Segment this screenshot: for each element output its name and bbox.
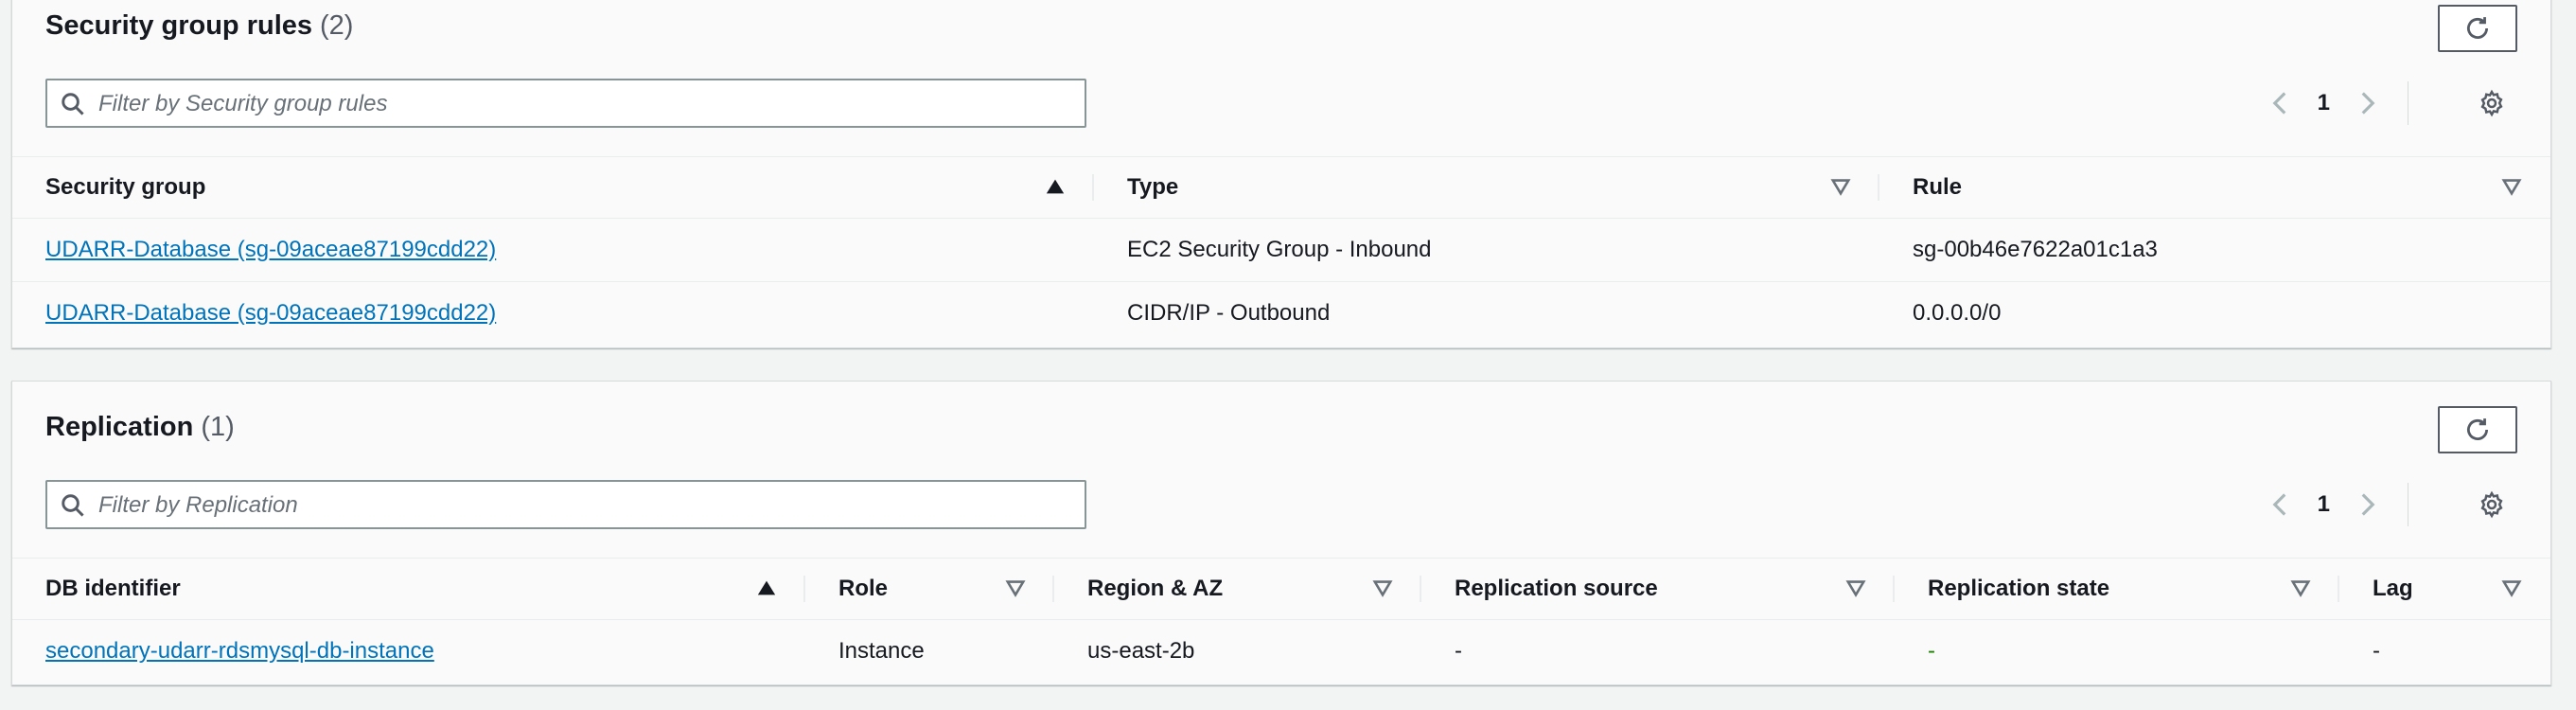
column-header-replication-state[interactable]: Replication state bbox=[1895, 558, 2339, 620]
refresh-button[interactable] bbox=[2438, 406, 2517, 453]
panel-title-text: Replication bbox=[45, 412, 194, 442]
security-rules-table: Security group Type Rule UDARR-Database … bbox=[12, 156, 2550, 345]
column-header-db-identifier[interactable]: DB identifier bbox=[12, 558, 805, 620]
column-label: Region & AZ bbox=[1087, 576, 1224, 601]
sort-descending-icon[interactable] bbox=[2501, 176, 2522, 197]
cell-replication-state: - bbox=[1928, 638, 1935, 664]
chevron-right-icon bbox=[2361, 493, 2375, 516]
column-header-region-az[interactable]: Region & AZ bbox=[1054, 558, 1421, 620]
sort-descending-icon[interactable] bbox=[1005, 577, 1026, 598]
cell-type: EC2 Security Group - Inbound bbox=[1094, 218, 1879, 282]
db-instance-link[interactable]: secondary-udarr-rdsmysql-db-instance bbox=[45, 638, 434, 664]
column-label: Security group bbox=[45, 174, 206, 200]
search-icon bbox=[62, 494, 84, 517]
chevron-right-icon bbox=[2361, 92, 2375, 115]
panel-title: Security group rules (2) bbox=[45, 10, 353, 42]
cell-security-group: UDARR-Database (sg-09aceae87199cdd22) bbox=[12, 218, 1094, 282]
gear-icon bbox=[2480, 89, 2503, 117]
table-row: UDARR-Database (sg-09aceae87199cdd22) CI… bbox=[12, 282, 2550, 346]
cell-type: CIDR/IP - Outbound bbox=[1127, 300, 1331, 326]
table-header-row: Security group Type Rule bbox=[12, 156, 2550, 219]
cell-region-az: us-east-2b bbox=[1087, 638, 1195, 664]
search-input[interactable] bbox=[97, 80, 1075, 128]
prev-page-button[interactable] bbox=[2261, 84, 2299, 122]
security-rules-filter[interactable] bbox=[45, 79, 1086, 128]
sort-descending-icon[interactable] bbox=[1372, 577, 1393, 598]
column-header-rule[interactable]: Rule bbox=[1879, 156, 2550, 219]
sort-descending-icon[interactable] bbox=[1830, 176, 1851, 197]
sort-descending-icon[interactable] bbox=[1845, 577, 1866, 598]
prev-page-button[interactable] bbox=[2261, 486, 2299, 524]
refresh-icon bbox=[2466, 418, 2489, 440]
cell-db-identifier: secondary-udarr-rdsmysql-db-instance bbox=[12, 620, 805, 683]
sort-ascending-icon[interactable] bbox=[756, 577, 777, 598]
cell-role: Instance bbox=[838, 638, 925, 664]
preferences-button[interactable] bbox=[2473, 486, 2511, 524]
cell-rule: 0.0.0.0/0 bbox=[1913, 300, 2002, 326]
refresh-icon bbox=[2466, 17, 2489, 39]
security-group-link[interactable]: UDARR-Database (sg-09aceae87199cdd22) bbox=[45, 300, 496, 326]
pagination: 1 bbox=[2261, 483, 2408, 526]
column-header-security-group[interactable]: Security group bbox=[12, 156, 1094, 219]
sort-descending-icon[interactable] bbox=[2290, 577, 2311, 598]
column-label: Rule bbox=[1913, 174, 1963, 200]
column-header-type[interactable]: Type bbox=[1094, 156, 1879, 219]
column-label: Type bbox=[1127, 174, 1179, 200]
cell-replication-source: - bbox=[1455, 638, 1462, 664]
table-row: UDARR-Database (sg-09aceae87199cdd22) EC… bbox=[12, 218, 2550, 282]
panel-title: Replication (1) bbox=[45, 412, 235, 443]
table-row: secondary-udarr-rdsmysql-db-instance Ins… bbox=[12, 620, 2550, 683]
column-label: Lag bbox=[2373, 576, 2413, 601]
column-header-lag[interactable]: Lag bbox=[2339, 558, 2550, 620]
column-label: Replication source bbox=[1455, 576, 1658, 601]
security-group-link[interactable]: UDARR-Database (sg-09aceae87199cdd22) bbox=[45, 237, 496, 262]
column-label: Replication state bbox=[1928, 576, 2110, 601]
refresh-button[interactable] bbox=[2438, 5, 2517, 52]
search-icon bbox=[62, 93, 84, 115]
gear-icon bbox=[2480, 490, 2503, 519]
sort-descending-icon[interactable] bbox=[2501, 577, 2522, 598]
cell-security-group: UDARR-Database (sg-09aceae87199cdd22) bbox=[12, 282, 1094, 346]
preferences-button[interactable] bbox=[2473, 84, 2511, 122]
security-group-rules-panel: Security group rules(2) 1 Security group bbox=[11, 0, 2551, 348]
cell-rule: sg-00b46e7622a01c1a3 bbox=[1879, 218, 2550, 282]
search-input[interactable] bbox=[97, 482, 1075, 529]
panel-count: (2) bbox=[320, 10, 354, 41]
column-label: Role bbox=[838, 576, 889, 601]
panel-title-text: Security group rules bbox=[45, 10, 313, 41]
panel-count: (1) bbox=[201, 412, 235, 442]
replication-table: DB identifier Role Region & AZ Replicati… bbox=[12, 558, 2550, 683]
next-page-button[interactable] bbox=[2349, 486, 2387, 524]
column-header-role[interactable]: Role bbox=[805, 558, 1054, 620]
column-label: DB identifier bbox=[45, 576, 181, 601]
sort-ascending-icon[interactable] bbox=[1045, 176, 1066, 197]
next-page-button[interactable] bbox=[2349, 84, 2387, 122]
pagination: 1 bbox=[2261, 81, 2408, 125]
chevron-left-icon bbox=[2272, 493, 2286, 516]
replication-filter[interactable] bbox=[45, 480, 1086, 529]
replication-panel: Replication(1) 1 DB identifier bbox=[11, 381, 2551, 685]
cell-lag: - bbox=[2373, 638, 2380, 664]
page-number[interactable]: 1 bbox=[2299, 491, 2349, 518]
column-header-replication-source[interactable]: Replication source bbox=[1421, 558, 1895, 620]
page-number[interactable]: 1 bbox=[2299, 90, 2349, 116]
chevron-left-icon bbox=[2272, 92, 2286, 115]
table-header-row: DB identifier Role Region & AZ Replicati… bbox=[12, 558, 2550, 620]
